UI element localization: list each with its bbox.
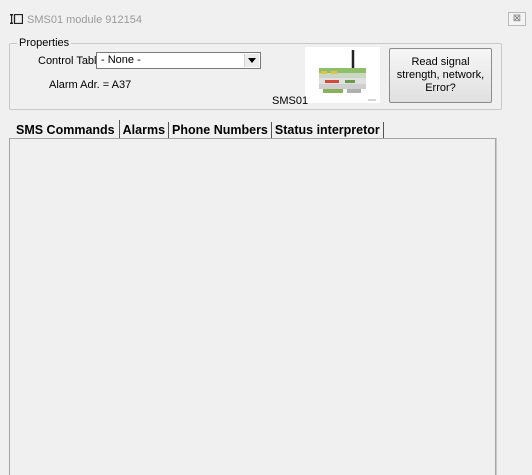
alarm-address-label: Alarm Adr. = A37 (49, 79, 132, 91)
sms-module-icon (305, 47, 380, 103)
close-button[interactable]: ⊠ (508, 12, 526, 26)
control-table-label: Control Table (38, 55, 103, 67)
read-signal-button[interactable]: Read signal strength, network, Error? (389, 48, 492, 103)
app-icon (10, 13, 24, 25)
read-signal-button-label: Read signal strength, network, Error? (396, 56, 485, 94)
close-icon: ⊠ (512, 13, 522, 24)
title-bar: SMS01 module 912154 ⊠ (0, 0, 532, 36)
control-table-dropdown[interactable]: - None - (96, 52, 261, 69)
panel-divider (496, 138, 497, 475)
dropdown-button[interactable] (244, 54, 259, 67)
properties-legend: Properties (17, 37, 72, 49)
tab-content-panel (9, 138, 496, 475)
tab-strip: SMS Commands Alarms Phone Numbers Status… (13, 120, 384, 140)
module-name-label: SMS01 (272, 95, 309, 107)
control-table-value: - None - (101, 54, 141, 66)
window-title: SMS01 module 912154 (27, 14, 142, 26)
chevron-down-icon (248, 58, 256, 63)
tab-sms-commands[interactable]: SMS Commands (13, 120, 120, 140)
